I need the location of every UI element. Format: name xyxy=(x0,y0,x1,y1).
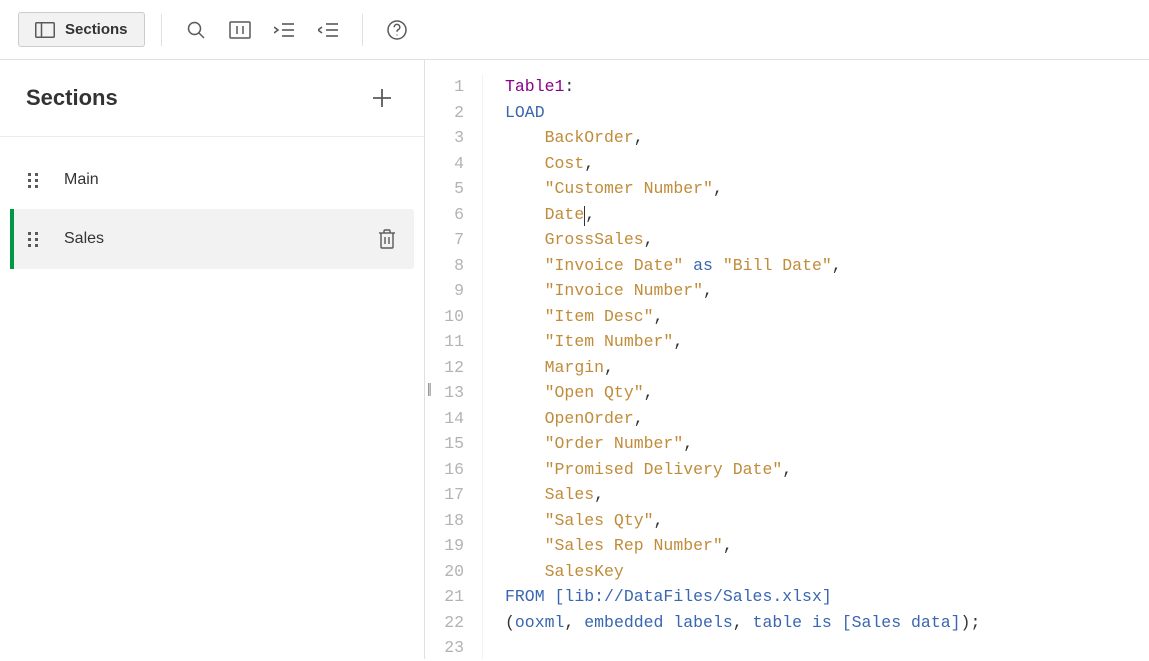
toolbar: Sections xyxy=(0,0,1149,60)
section-item-sales[interactable]: Sales xyxy=(10,209,414,269)
sections-toggle-button[interactable]: Sections xyxy=(18,12,145,47)
outdent-button[interactable] xyxy=(310,12,346,48)
sections-toggle-label: Sections xyxy=(65,21,128,38)
code-line[interactable]: "Item Number", xyxy=(505,329,980,355)
code-line[interactable]: "Customer Number", xyxy=(505,176,980,202)
help-button[interactable] xyxy=(379,12,415,48)
line-number: 16 xyxy=(425,457,464,483)
section-item-main[interactable]: Main xyxy=(10,151,414,209)
search-button[interactable] xyxy=(178,12,214,48)
panel-icon xyxy=(35,22,55,38)
code-line[interactable]: SalesKey xyxy=(505,559,980,585)
line-number: 5 xyxy=(425,176,464,202)
drag-handle-icon[interactable] xyxy=(28,173,42,188)
add-section-button[interactable] xyxy=(366,82,398,114)
drag-handle-icon[interactable] xyxy=(28,232,42,247)
code-line[interactable]: "Promised Delivery Date", xyxy=(505,457,980,483)
delete-section-button[interactable] xyxy=(378,229,396,249)
toolbar-divider xyxy=(161,14,162,46)
code-line[interactable]: "Open Qty", xyxy=(505,380,980,406)
line-number: 9 xyxy=(425,278,464,304)
indent-button[interactable] xyxy=(266,12,302,48)
code-line[interactable]: FROM [lib://DataFiles/Sales.xlsx] xyxy=(505,584,980,610)
code-line[interactable]: BackOrder, xyxy=(505,125,980,151)
code-line[interactable]: GrossSales, xyxy=(505,227,980,253)
line-number: 7 xyxy=(425,227,464,253)
line-number: 6 xyxy=(425,202,464,228)
code-line[interactable]: "Sales Rep Number", xyxy=(505,533,980,559)
line-number: 21 xyxy=(425,584,464,610)
line-number: 4 xyxy=(425,151,464,177)
code-line[interactable]: Table1: xyxy=(505,74,980,100)
code-line[interactable]: Margin, xyxy=(505,355,980,381)
code-line[interactable]: "Invoice Number", xyxy=(505,278,980,304)
code-line[interactable]: Date, xyxy=(505,202,980,228)
code-line[interactable]: "Invoice Date" as "Bill Date", xyxy=(505,253,980,279)
comment-toggle-button[interactable] xyxy=(222,12,258,48)
section-label: Sales xyxy=(64,230,378,248)
line-number: 10 xyxy=(425,304,464,330)
line-number: 14 xyxy=(425,406,464,432)
code-area[interactable]: Table1:LOAD BackOrder, Cost, "Customer N… xyxy=(483,74,980,659)
code-line[interactable]: LOAD xyxy=(505,100,980,126)
code-line[interactable]: (ooxml, embedded labels, table is [Sales… xyxy=(505,610,980,636)
code-line[interactable]: "Sales Qty", xyxy=(505,508,980,534)
line-number: 17 xyxy=(425,482,464,508)
line-number: 18 xyxy=(425,508,464,534)
toolbar-divider xyxy=(362,14,363,46)
sidebar-header: Sections xyxy=(0,60,424,137)
line-number: 12 xyxy=(425,355,464,381)
line-number: 11 xyxy=(425,329,464,355)
sections-sidebar: Sections MainSales || xyxy=(0,60,425,659)
line-number: 1 xyxy=(425,74,464,100)
code-line[interactable]: OpenOrder, xyxy=(505,406,980,432)
code-line[interactable]: "Order Number", xyxy=(505,431,980,457)
line-number: 23 xyxy=(425,635,464,661)
main-area: Sections MainSales || 123456789101112131… xyxy=(0,60,1149,659)
line-gutter: 1234567891011121314151617181920212223 xyxy=(425,74,483,659)
line-number: 20 xyxy=(425,559,464,585)
code-line[interactable]: Cost, xyxy=(505,151,980,177)
line-number: 13 xyxy=(425,380,464,406)
code-editor[interactable]: 1234567891011121314151617181920212223 Ta… xyxy=(425,60,1149,659)
section-label: Main xyxy=(64,171,396,189)
line-number: 22 xyxy=(425,610,464,636)
line-number: 19 xyxy=(425,533,464,559)
code-line[interactable] xyxy=(505,635,980,661)
line-number: 8 xyxy=(425,253,464,279)
line-number: 3 xyxy=(425,125,464,151)
sidebar-resize-handle[interactable]: || xyxy=(427,380,430,396)
code-line[interactable]: Sales, xyxy=(505,482,980,508)
line-number: 2 xyxy=(425,100,464,126)
sidebar-title: Sections xyxy=(26,85,118,111)
section-list: Main Sales xyxy=(0,137,424,283)
code-line[interactable]: "Item Desc", xyxy=(505,304,980,330)
line-number: 15 xyxy=(425,431,464,457)
